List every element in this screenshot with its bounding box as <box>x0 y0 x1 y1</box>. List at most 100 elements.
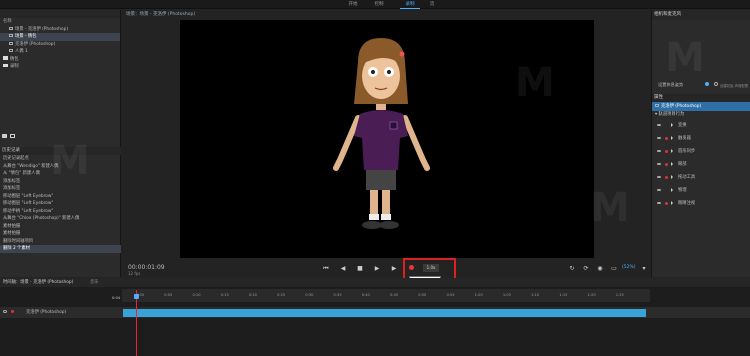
behavior-label: 眼睛注视 <box>678 200 696 206</box>
project-item-label: 情包 <box>10 56 19 62</box>
properties-title: 属性 <box>652 94 750 102</box>
watermark-logo: M <box>665 35 705 81</box>
eye-icon[interactable] <box>3 310 7 313</box>
playback-speed-select[interactable]: 1.0x <box>423 264 439 272</box>
watermark-logo: M <box>50 138 90 184</box>
project-item[interactable]: 克洛伊 (Photoshop) <box>0 41 120 49</box>
project-item[interactable]: 场景 - 克洛伊 (Photoshop) <box>0 26 120 34</box>
fps-display: 12 fps <box>128 271 141 276</box>
behavior-row[interactable]: 眼睛注视 <box>652 197 750 210</box>
eye-icon[interactable] <box>657 123 661 126</box>
playhead-line[interactable] <box>136 290 137 356</box>
zoom-dropdown-icon[interactable]: ▾ <box>640 265 648 273</box>
history-item[interactable]: 素材拍摄 <box>0 223 121 231</box>
camera-icon[interactable]: ◉ <box>596 265 604 273</box>
expand-icon[interactable] <box>671 188 673 192</box>
ruler-tick-label: 0:35 <box>333 293 342 297</box>
zoom-level[interactable]: (52%) <box>622 265 636 270</box>
scene-canvas[interactable] <box>180 20 594 258</box>
ruler-tick-label: 1:10 <box>531 293 540 297</box>
tab-timeline[interactable]: 时间轴：场景 - 克洛伊 (Photoshop) <box>3 278 73 287</box>
history-item[interactable]: 添加标签 <box>0 185 121 193</box>
history-item[interactable]: 素材拍摄 <box>0 230 121 238</box>
timecode-display[interactable]: 00:00:01:09 <box>128 264 165 271</box>
tab-audio[interactable]: 音乐 <box>90 278 99 287</box>
puppet-name-row[interactable]: 克洛伊 (Photoshop) <box>652 102 750 111</box>
speaker-icon[interactable] <box>714 82 718 86</box>
tab-stream[interactable]: 流 <box>424 0 440 9</box>
behavior-label: 变换 <box>678 122 687 128</box>
puppet-icon <box>655 104 659 107</box>
record-arm-icon[interactable] <box>665 162 668 166</box>
scene-icon <box>9 26 13 30</box>
project-item-label: 克洛伊 (Photoshop) <box>15 41 56 47</box>
behavior-row[interactable]: 唇形同步 <box>652 145 750 158</box>
ruler-tick-label: 0:50 <box>418 293 427 297</box>
ruler-tick-label: 1:00 <box>474 293 483 297</box>
track-clip[interactable] <box>123 309 646 317</box>
behavior-row[interactable]: 变换 <box>652 119 750 132</box>
behavior-row[interactable]: 物理 <box>652 184 750 197</box>
timeline-ruler[interactable] <box>122 289 650 302</box>
expand-icon[interactable] <box>671 201 673 205</box>
step-back-icon[interactable]: ◀ <box>339 265 347 273</box>
record-button[interactable] <box>409 265 414 270</box>
record-arm-icon[interactable] <box>665 136 668 140</box>
mic-icon[interactable] <box>705 82 709 86</box>
monitor-icon[interactable]: ▭ <box>610 265 618 273</box>
behavior-row[interactable]: 拖动工具 <box>652 171 750 184</box>
eye-icon[interactable] <box>657 188 661 191</box>
history-item[interactable]: 从舞台 "Chloe (Photoshop)" 新建人偶 <box>0 215 121 223</box>
new-scene-icon[interactable] <box>10 134 15 138</box>
eye-icon[interactable] <box>657 149 661 152</box>
character-puppet[interactable] <box>180 20 594 258</box>
history-item[interactable]: 删除时间轴项目 <box>0 238 121 246</box>
step-forward-icon[interactable]: ▶ <box>390 265 398 273</box>
expand-icon[interactable] <box>671 162 673 166</box>
record-arm-icon[interactable] <box>665 201 668 205</box>
expand-icon[interactable] <box>671 175 673 179</box>
refresh-icon[interactable]: ↻ <box>568 265 576 273</box>
timeline-tab-bar: 时间轴：场景 - 克洛伊 (Photoshop) 音乐 <box>0 278 750 287</box>
project-item[interactable]: 录制 <box>0 63 120 71</box>
stop-icon[interactable]: ■ <box>356 265 364 273</box>
eye-icon[interactable] <box>657 175 661 178</box>
ruler-tick-label: 0:40 <box>361 293 370 297</box>
project-item-label: 场景 - 克洛伊 (Photoshop) <box>15 26 69 32</box>
ruler-tick-label: 0:55 <box>446 293 455 297</box>
project-item[interactable]: 人偶 1 <box>0 48 120 56</box>
record-arm-icon[interactable] <box>665 149 668 153</box>
history-item[interactable]: 移动手柄 "Left Eyebrow" <box>0 208 121 216</box>
go-to-start-icon[interactable]: ⏮ <box>322 265 330 273</box>
rest-pose-button[interactable]: 设置休息姿势 <box>658 82 683 88</box>
expand-icon[interactable] <box>671 149 673 153</box>
project-item[interactable]: 场景 - 情包 <box>0 33 120 41</box>
current-time-label: 0:04 <box>112 296 121 300</box>
project-panel-header <box>0 10 120 18</box>
history-item[interactable]: 移动图层 "Left Eyebrow" <box>0 200 121 208</box>
tab-start[interactable]: 开始 <box>343 0 363 9</box>
new-folder-icon[interactable] <box>2 134 7 138</box>
expand-icon[interactable] <box>671 136 673 140</box>
loop-icon[interactable]: ⟳ <box>582 265 590 273</box>
history-item[interactable]: 删除 2 个素材 <box>0 245 121 253</box>
eye-icon[interactable] <box>657 201 661 204</box>
behaviors-header[interactable]: ▾ 轨道项目行为 <box>652 111 750 119</box>
eye-icon[interactable] <box>657 162 661 165</box>
record-arm-icon[interactable] <box>665 175 668 179</box>
history-item[interactable]: 移动图层 "Left Eyebrow" <box>0 193 121 201</box>
record-arm-icon[interactable] <box>11 310 14 313</box>
project-item[interactable]: 情包 <box>0 56 120 64</box>
ruler-tick-label: 0:10 <box>192 293 201 297</box>
project-item-label: 录制 <box>10 64 19 69</box>
behavior-row[interactable]: 眼部 <box>652 158 750 171</box>
tab-record[interactable]: 录制 <box>400 0 420 9</box>
tab-control[interactable]: 控制 <box>369 0 389 9</box>
ruler-tick-label: 0:45 <box>390 293 399 297</box>
expand-icon[interactable] <box>671 123 673 127</box>
eye-icon[interactable] <box>657 136 661 139</box>
playhead-handle[interactable] <box>134 294 139 299</box>
watermark-logo: M <box>590 185 630 231</box>
play-icon[interactable]: ▶ <box>373 265 381 273</box>
behavior-row[interactable]: 触发器 <box>652 132 750 145</box>
